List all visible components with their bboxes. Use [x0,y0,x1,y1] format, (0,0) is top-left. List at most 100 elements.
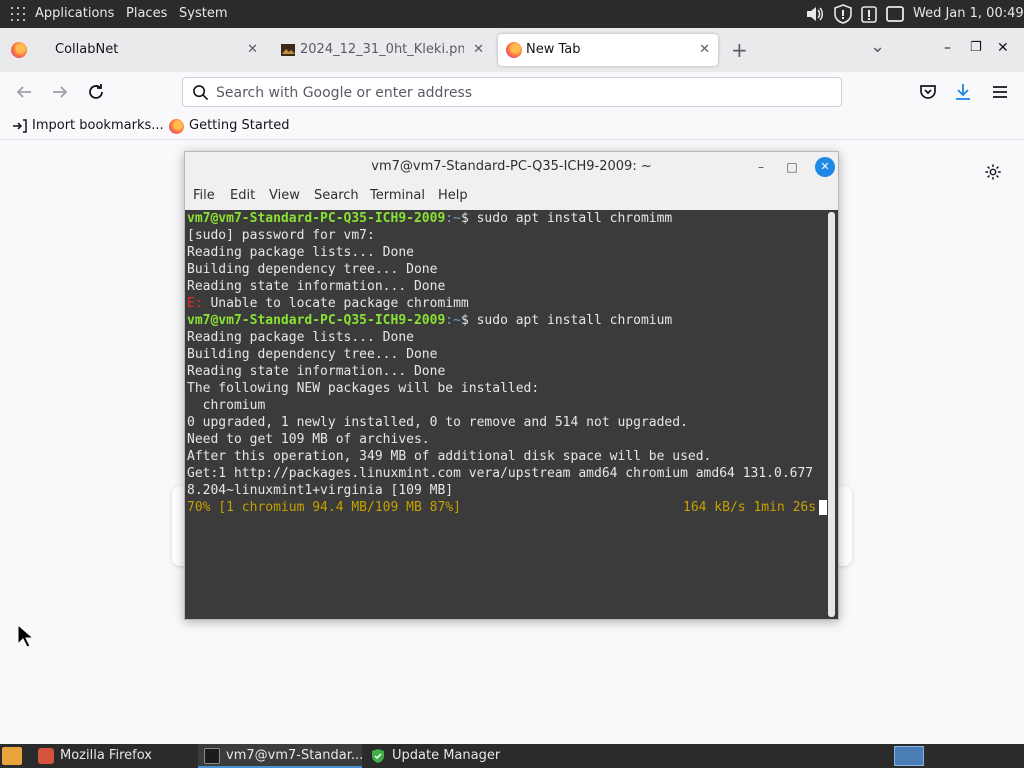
terminal-line: E: Unable to locate package chromimm [187,295,827,312]
window-title: vm7@vm7-Standard-PC-Q35-ICH9-2009: ~ [371,159,652,174]
taskbar-item-terminal[interactable]: vm7@vm7-Standar... [198,744,364,768]
shield-icon [372,749,384,763]
clock[interactable]: Wed Jan 1, 00:49 [913,6,1024,21]
reload-icon[interactable] [84,80,108,104]
output-line: Building dependency tree... Done [187,347,438,362]
menu-terminal[interactable]: Terminal [370,188,425,203]
output-line: Need to get 109 MB of archives. [187,432,430,447]
apps-grid-icon[interactable] [11,7,25,21]
tab-collabnet[interactable]: CollabNet ✕ [44,34,266,66]
terminal-output[interactable]: vm7@vm7-Standard-PC-Q35-ICH9-2009:~$ sud… [185,210,838,619]
bookmark-label: Import bookmarks... [32,118,164,133]
update-notification-icon[interactable] [859,4,879,24]
terminal-line: 70% [1 chromium 94.4 MB/109 MB 87%] 164 k… [187,499,827,516]
error-message: Unable to locate package chromimm [202,296,469,311]
menu-help[interactable]: Help [438,188,468,203]
prompt-symbol: $ [460,313,477,328]
terminal-titlebar[interactable]: vm7@vm7-Standard-PC-Q35-ICH9-2009: ~ – □… [185,152,838,182]
prompt-user: vm7@vm7-Standard-PC-Q35-ICH9-2009 [187,313,446,328]
text-cursor [819,500,827,515]
menu-places[interactable]: Places [126,6,167,21]
maximize-button[interactable]: □ [782,157,802,177]
firefox-icon [38,748,54,764]
output-line: The following NEW packages will be insta… [187,381,540,396]
firefox-icon [169,119,184,134]
output-line: Get:1 http://packages.linuxmint.com vera… [187,466,814,481]
taskbar-item-update-manager[interactable]: Update Manager [364,744,528,768]
hamburger-menu-icon[interactable] [988,80,1012,104]
taskbar-label: vm7@vm7-Standar... [226,748,364,763]
output-line: Reading package lists... Done [187,330,414,345]
import-icon [13,119,27,133]
shield-icon[interactable] [833,4,853,24]
progress-rate: 164 kB/s 1min 26s [683,500,817,515]
menu-file[interactable]: File [193,188,215,203]
menu-applications[interactable]: Applications [35,6,114,21]
close-tab-icon[interactable]: ✕ [699,42,710,57]
maximize-button[interactable]: ❐ [970,40,982,55]
terminal-menubar: File Edit View Search Terminal Help [185,182,838,210]
command-text: sudo apt install chromimm [476,211,673,226]
command-text: sudo apt install chromium [476,313,673,328]
tab-kleki-image[interactable]: 2024_12_31_0ht_Kleki.png ✕ [272,34,492,66]
image-icon [281,44,295,56]
tab-label: CollabNet [55,42,119,57]
minimize-button[interactable]: – [751,157,771,177]
output-line: After this operation, 349 MB of addition… [187,449,712,464]
prompt-symbol: $ [460,211,477,226]
top-panel: Applications Places System Wed Jan 1, 00… [0,0,1024,28]
output-line: 8.204~linuxmint1+virginia [109 MB] [187,483,454,498]
close-window-button[interactable]: ✕ [997,40,1009,56]
prompt-path: :~ [445,211,461,226]
output-line: Reading package lists... Done [187,245,414,260]
menu-edit[interactable]: Edit [230,188,255,203]
window-list-icon[interactable] [885,4,905,24]
tab-new-tab[interactable]: New Tab ✕ [498,34,718,66]
menu-view[interactable]: View [269,188,300,203]
taskbar: Mozilla Firefox vm7@vm7-Standar... Updat… [0,744,1024,768]
forward-arrow-icon[interactable] [48,80,72,104]
output-line: [sudo] password for vm7: [187,228,375,243]
close-button[interactable]: ✕ [815,157,835,177]
list-all-tabs-button[interactable]: ⌄ [870,36,885,57]
taskbar-item-firefox[interactable]: Mozilla Firefox [32,744,196,768]
terminal-scrollbar[interactable] [828,212,835,617]
tab-label: 2024_12_31_0ht_Kleki.png [300,42,464,57]
search-icon [193,85,209,101]
tab-label: New Tab [526,42,581,57]
bookmarks-toolbar: Import bookmarks... Getting Started [0,112,1024,140]
navigation-toolbar [0,72,1024,112]
gear-icon[interactable] [984,163,1002,181]
terminal-lines: vm7@vm7-Standard-PC-Q35-ICH9-2009:~$ sud… [187,210,827,516]
downloads-icon[interactable] [951,80,975,104]
taskbar-label: Mozilla Firefox [60,748,152,763]
minimize-button[interactable]: – [944,40,951,56]
workspace-switcher[interactable] [894,746,924,766]
output-line: Building dependency tree... Done [187,262,438,277]
prompt-user: vm7@vm7-Standard-PC-Q35-ICH9-2009 [187,211,446,226]
address-bar[interactable] [182,77,842,107]
firefox-icon [506,42,522,58]
close-tab-icon[interactable]: ✕ [247,42,258,57]
output-line: chromium [187,398,266,413]
output-line: 0 upgraded, 1 newly installed, 0 to remo… [187,415,688,430]
bookmark-label: Getting Started [189,118,290,133]
progress-status: 70% [1 chromium 94.4 MB/109 MB 87%] [187,500,461,515]
firefox-icon[interactable] [11,42,27,58]
terminal-window[interactable]: vm7@vm7-Standard-PC-Q35-ICH9-2009: ~ – □… [184,151,839,620]
output-line: Reading state information... Done [187,364,446,379]
terminal-line: vm7@vm7-Standard-PC-Q35-ICH9-2009:~$ sud… [187,312,827,329]
output-line: Reading state information... Done [187,279,446,294]
back-arrow-icon[interactable] [12,80,36,104]
new-tab-button[interactable]: + [731,38,748,62]
volume-icon[interactable] [805,4,825,24]
pocket-icon[interactable] [916,80,940,104]
terminal-line: vm7@vm7-Standard-PC-Q35-ICH9-2009:~$ sud… [187,210,827,227]
close-tab-icon[interactable]: ✕ [473,42,484,57]
menu-search[interactable]: Search [314,188,359,203]
search-input[interactable] [216,83,816,103]
menu-system[interactable]: System [179,6,227,21]
prompt-path: :~ [445,313,461,328]
show-desktop-icon[interactable] [2,747,22,765]
tab-bar: CollabNet ✕ 2024_12_31_0ht_Kleki.png ✕ N… [0,28,1024,72]
